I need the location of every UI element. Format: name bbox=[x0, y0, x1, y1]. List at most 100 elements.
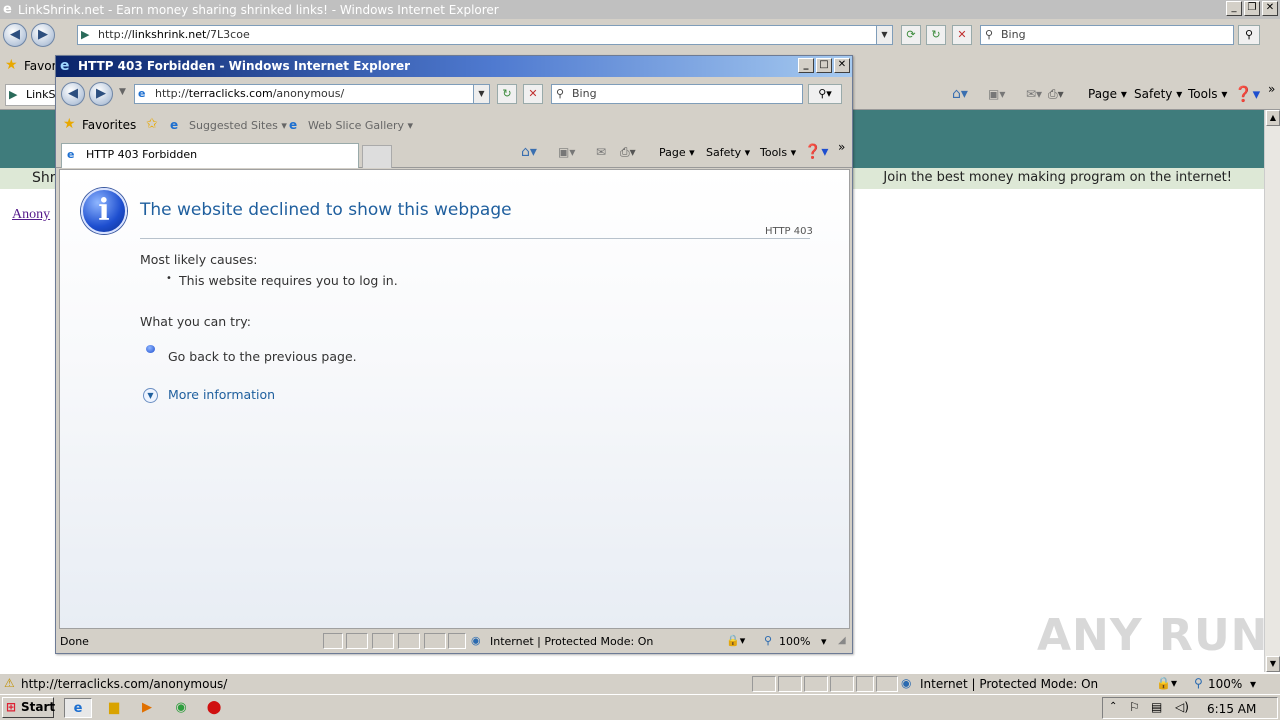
popup-favorites-button[interactable]: Favorites bbox=[82, 118, 136, 132]
home-icon[interactable]: ⌂▾ bbox=[952, 86, 968, 102]
resize-grip-icon[interactable]: ◢ bbox=[838, 635, 846, 646]
close-button[interactable]: ✕ bbox=[1262, 1, 1278, 16]
popup-refresh-button[interactable]: ↻ bbox=[497, 84, 517, 104]
search-input[interactable]: ⚲ Bing bbox=[980, 25, 1234, 45]
popup-back-button[interactable]: ◀ bbox=[61, 82, 85, 106]
back-button[interactable]: ◀ bbox=[3, 23, 27, 47]
bg-tab[interactable]: ▶ LinkS bbox=[5, 84, 57, 106]
help-icon[interactable]: ❓▾ bbox=[804, 144, 828, 160]
protected-mode-icon[interactable]: 🔒▾ bbox=[726, 634, 745, 647]
flag-icon[interactable]: ⚐ bbox=[1129, 700, 1140, 714]
folder-icon[interactable]: ▆ bbox=[104, 698, 124, 718]
status-segment bbox=[424, 633, 446, 649]
address-bar[interactable]: ▶ http://linkshrink.net/7L3coe ▼ bbox=[77, 25, 893, 45]
mail-icon[interactable]: ✉ bbox=[596, 145, 606, 159]
media-player-icon[interactable]: ▶ bbox=[137, 698, 157, 718]
address-dropdown-icon[interactable]: ▼ bbox=[473, 85, 489, 103]
zoom-dropdown-icon[interactable]: ▾ bbox=[821, 635, 827, 648]
address-path: /anonymous/ bbox=[272, 87, 345, 100]
history-dropdown-icon[interactable]: ▼ bbox=[119, 87, 126, 97]
zoom-dropdown-icon[interactable]: ▾ bbox=[1250, 677, 1256, 691]
taskbar: ⊞ Start e ▆ ▶ ◉ ⬤ ⌃ ⚐ ▤ ◁) 6:15 AM bbox=[0, 694, 1280, 720]
zoom-icon: ⚲ bbox=[764, 634, 773, 647]
suggested-sites-icon: e bbox=[170, 118, 179, 132]
status-segment bbox=[876, 676, 898, 692]
popup-zoom-level[interactable]: 100% bbox=[779, 635, 810, 648]
globe-icon: ◉ bbox=[471, 634, 481, 647]
print-icon[interactable]: ⎙▾ bbox=[1048, 87, 1064, 102]
page-menu[interactable]: Page ▾ bbox=[1088, 87, 1127, 101]
bg-window-title: LinkShrink.net - Earn money sharing shri… bbox=[18, 2, 499, 17]
new-tab-button[interactable] bbox=[362, 145, 392, 168]
search-placeholder: Bing bbox=[572, 87, 597, 100]
start-button[interactable]: ⊞ Start bbox=[2, 697, 55, 718]
scroll-up-icon[interactable]: ▲ bbox=[1266, 110, 1280, 126]
chevron-right-icon[interactable]: » bbox=[1268, 82, 1275, 96]
popup-address-bar[interactable]: e http://terraclicks.com/anonymous/ ▼ bbox=[134, 84, 490, 104]
ie-taskbar-icon[interactable]: e bbox=[64, 698, 92, 718]
status-segment bbox=[448, 633, 466, 649]
popup-minimize-button[interactable]: _ bbox=[798, 58, 814, 73]
vertical-scrollbar[interactable]: ▲ ▼ bbox=[1264, 110, 1280, 672]
protected-mode-icon[interactable]: 🔒▾ bbox=[1156, 676, 1177, 690]
home-icon[interactable]: ⌂▾ bbox=[521, 144, 537, 160]
popup-page-menu[interactable]: Page ▾ bbox=[659, 146, 695, 159]
status-segment bbox=[830, 676, 854, 692]
popup-stop-button[interactable]: ✕ bbox=[523, 84, 543, 104]
more-information-link[interactable]: More information bbox=[168, 387, 275, 402]
popup-tab[interactable]: e HTTP 403 Forbidden bbox=[61, 143, 359, 168]
chrome-icon[interactable]: ◉ bbox=[171, 698, 191, 718]
feeds-icon[interactable]: ▣▾ bbox=[558, 145, 575, 159]
print-icon[interactable]: ⎙▾ bbox=[620, 145, 636, 160]
web-slice-gallery-link[interactable]: Web Slice Gallery ▾ bbox=[308, 119, 413, 132]
stop-button[interactable]: ✕ bbox=[952, 25, 972, 45]
status-segment bbox=[398, 633, 420, 649]
anonymous-link[interactable]: Anony bbox=[12, 207, 50, 223]
restore-button[interactable]: ❐ bbox=[1244, 1, 1260, 16]
causes-heading: Most likely causes: bbox=[140, 252, 258, 267]
popup-search-input[interactable]: ⚲ Bing bbox=[551, 84, 803, 104]
search-icon: ⚲ bbox=[985, 28, 994, 41]
popup-status-text: Done bbox=[60, 635, 89, 648]
bg-status-bar: ⚠ http://terraclicks.com/anonymous/ ◉ In… bbox=[0, 673, 1280, 694]
watermark-text: ANY RUN bbox=[1037, 610, 1269, 661]
chevron-right-icon[interactable]: » bbox=[838, 140, 845, 154]
suggested-sites-link[interactable]: Suggested Sites ▾ bbox=[189, 119, 287, 132]
popup-safety-menu[interactable]: Safety ▾ bbox=[706, 146, 750, 159]
safety-menu-label: Safety bbox=[1134, 87, 1173, 101]
minimize-button[interactable]: _ bbox=[1226, 1, 1242, 16]
address-dropdown-icon[interactable]: ▼ bbox=[876, 26, 892, 44]
info-icon: i bbox=[81, 188, 127, 234]
compat-view-button[interactable]: ⟳ bbox=[901, 25, 921, 45]
popup-close-button[interactable]: ✕ bbox=[834, 58, 850, 73]
popup-search-go-button[interactable]: ⚲▾ bbox=[808, 84, 842, 104]
status-segment bbox=[856, 676, 874, 692]
tray-expand-icon[interactable]: ⌃ bbox=[1109, 701, 1117, 712]
search-go-button[interactable]: ⚲ bbox=[1238, 25, 1260, 45]
safety-menu-label: Safety bbox=[706, 146, 742, 159]
popup-maximize-button[interactable]: □ bbox=[816, 58, 832, 73]
mail-icon[interactable]: ✉▾ bbox=[1026, 87, 1042, 101]
popup-forward-button[interactable]: ▶ bbox=[89, 82, 113, 106]
zoom-icon: ⚲ bbox=[1194, 676, 1203, 690]
divider bbox=[140, 238, 810, 239]
address-host: terraclicks.com bbox=[188, 87, 273, 100]
tools-menu[interactable]: Tools ▾ bbox=[1188, 87, 1227, 101]
zoom-level[interactable]: 100% bbox=[1208, 677, 1242, 691]
add-favorite-icon[interactable]: ✩ bbox=[146, 116, 158, 132]
feeds-icon[interactable]: ▣▾ bbox=[988, 87, 1005, 101]
volume-icon[interactable]: ◁) bbox=[1175, 700, 1189, 714]
safety-menu[interactable]: Safety ▾ bbox=[1134, 87, 1182, 101]
go-back-link[interactable]: Go back to the previous page. bbox=[168, 349, 357, 364]
stop-app-icon[interactable]: ⬤ bbox=[204, 698, 224, 718]
popup-tab-label: HTTP 403 Forbidden bbox=[86, 148, 198, 161]
forward-button[interactable]: ▶ bbox=[31, 23, 55, 47]
help-icon[interactable]: ❓▾ bbox=[1234, 85, 1260, 103]
popup-zone-text: Internet | Protected Mode: On bbox=[490, 635, 654, 648]
network-icon[interactable]: ▤ bbox=[1151, 700, 1162, 714]
expand-chevron-icon[interactable]: ▼ bbox=[143, 388, 158, 403]
popup-status-bar: Done ◉ Internet | Protected Mode: On 🔒▾ … bbox=[56, 631, 852, 653]
clock[interactable]: 6:15 AM bbox=[1207, 702, 1256, 716]
popup-tools-menu[interactable]: Tools ▾ bbox=[760, 146, 796, 159]
refresh-button[interactable]: ↻ bbox=[926, 25, 946, 45]
